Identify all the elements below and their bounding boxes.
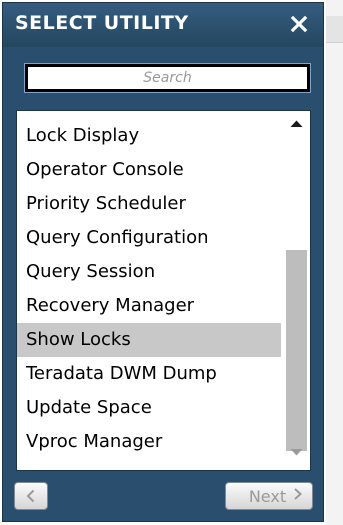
list-item[interactable]: Lock Display <box>17 119 281 153</box>
background-app-area <box>326 0 343 525</box>
close-icon[interactable] <box>287 12 311 36</box>
select-utility-panel: SELECT UTILITY Lock DisplayOperator Cons… <box>2 2 324 522</box>
list-item[interactable]: Show Locks <box>17 323 281 357</box>
list-item[interactable]: Teradata DWM Dump <box>17 357 281 391</box>
list-scrollbar[interactable] <box>282 111 310 470</box>
next-button[interactable]: Next <box>225 482 313 510</box>
utility-list: Lock Display Operator Console Priority Sch… <box>17 119 281 459</box>
list-item[interactable]: Query Session <box>17 255 281 289</box>
panel-header: SELECT UTILITY <box>3 3 323 47</box>
search-input[interactable] <box>24 63 311 93</box>
previous-button[interactable] <box>14 482 48 510</box>
scroll-up-arrow-icon[interactable] <box>282 111 310 139</box>
list-item[interactable]: Recovery Manager <box>17 289 281 323</box>
scroll-down-arrow-icon[interactable] <box>282 439 310 467</box>
list-item[interactable]: Priority Scheduler <box>17 187 281 221</box>
scroll-thumb[interactable] <box>286 250 307 451</box>
panel-title: SELECT UTILITY <box>15 12 189 34</box>
list-item[interactable]: Vproc Manager <box>17 425 281 459</box>
utility-list-box: Lock Display Operator Console Priority Sch… <box>16 110 311 471</box>
list-item[interactable]: Operator Console <box>17 153 281 187</box>
list-item[interactable]: Update Space <box>17 391 281 425</box>
background-toolbar <box>326 16 343 43</box>
screen: SELECT UTILITY Lock DisplayOperator Cons… <box>0 0 343 525</box>
chevron-right-icon <box>293 486 303 506</box>
next-button-label: Next <box>248 486 287 506</box>
chevron-left-icon <box>15 483 47 509</box>
list-item[interactable]: Query Configuration <box>17 221 281 255</box>
